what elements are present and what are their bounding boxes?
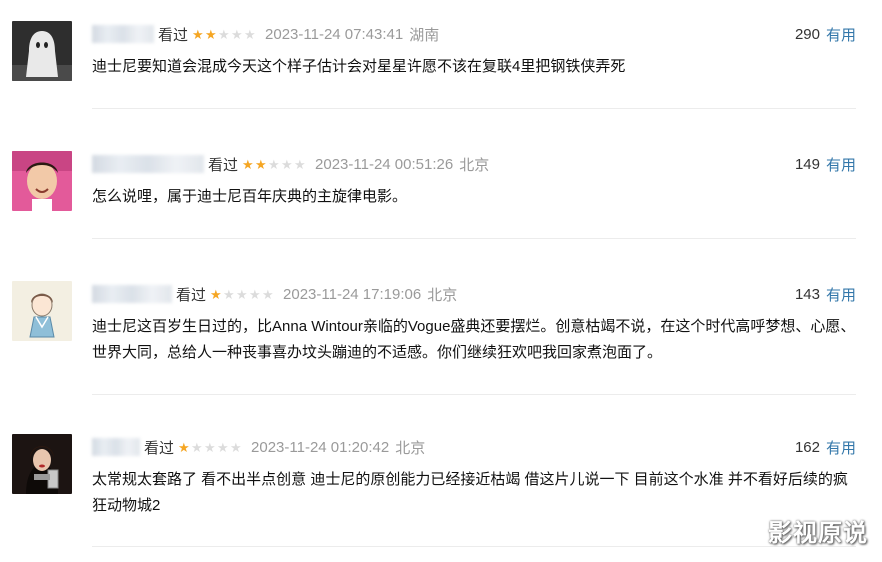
username-blurred[interactable] bbox=[92, 155, 204, 173]
star-icon: ★ bbox=[294, 156, 306, 172]
star-icon: ★ bbox=[244, 26, 256, 42]
watched-label: 看过 bbox=[144, 439, 175, 457]
divider bbox=[92, 108, 856, 109]
review-location: 湖南 bbox=[409, 26, 440, 44]
star-icon: ★ bbox=[205, 26, 217, 42]
avatar[interactable] bbox=[12, 281, 72, 341]
review-content: 迪士尼要知道会混成今天这个样子估计会对星星许愿不该在复联4里把钢铁侠弄死 bbox=[92, 58, 626, 75]
star-icon: ★ bbox=[268, 156, 280, 172]
watched-label: 看过 bbox=[158, 26, 189, 44]
rating-stars: ★ ★ ★ ★ ★ bbox=[210, 288, 275, 301]
watermark: 影视原说 bbox=[768, 520, 868, 547]
divider bbox=[92, 394, 856, 395]
vote-count: 143 bbox=[794, 285, 820, 303]
star-icon: ★ bbox=[236, 286, 248, 302]
review-timestamp: 2023-11-24 01:20:42 bbox=[251, 438, 390, 456]
divider bbox=[92, 546, 856, 547]
review-meta: 看过 ★ ★ ★ ★ ★ 2023-11-24 00:51:26 北京 bbox=[92, 153, 489, 175]
rating-stars: ★ ★ ★ ★ ★ bbox=[192, 28, 257, 41]
review-content: 怎么说哩，属于迪士尼百年庆典的主旋律电影。 bbox=[92, 188, 408, 205]
review-timestamp: 2023-11-24 07:43:41 bbox=[265, 25, 404, 43]
review-meta: 看过 ★ ★ ★ ★ ★ 2023-11-24 01:20:42 北京 bbox=[92, 436, 425, 458]
vote-count: 290 bbox=[794, 25, 820, 43]
watched-label: 看过 bbox=[208, 156, 239, 174]
star-icon: ★ bbox=[281, 156, 293, 172]
review-content: 太常规太套路了 看不出半点创意 迪士尼的原创能力已经接近枯竭 借这片儿说一下 目… bbox=[92, 471, 848, 514]
useful-button[interactable]: 有用 bbox=[826, 154, 856, 175]
star-icon: ★ bbox=[204, 439, 216, 455]
star-icon: ★ bbox=[249, 286, 261, 302]
review-timestamp: 2023-11-24 00:51:26 bbox=[315, 155, 454, 173]
star-icon: ★ bbox=[255, 156, 267, 172]
vote-area: 290 有用 bbox=[795, 23, 856, 45]
watched-label: 看过 bbox=[176, 286, 207, 304]
useful-button[interactable]: 有用 bbox=[826, 437, 856, 458]
avatar[interactable] bbox=[12, 21, 72, 81]
star-icon: ★ bbox=[178, 439, 190, 455]
divider bbox=[92, 238, 856, 239]
star-icon: ★ bbox=[223, 286, 235, 302]
star-icon: ★ bbox=[231, 26, 243, 42]
avatar[interactable] bbox=[12, 151, 72, 211]
review-location: 北京 bbox=[427, 286, 458, 304]
star-icon: ★ bbox=[242, 156, 254, 172]
avatar[interactable] bbox=[12, 434, 72, 494]
review-content: 迪士尼这百岁生日过的，比Anna Wintour亲临的Vogue盛典还要摆烂。创… bbox=[92, 318, 856, 361]
vote-area: 149 有用 bbox=[795, 153, 856, 175]
star-icon: ★ bbox=[192, 26, 204, 42]
star-icon: ★ bbox=[218, 26, 230, 42]
vote-area: 143 有用 bbox=[795, 283, 856, 305]
rating-stars: ★ ★ ★ ★ ★ bbox=[242, 158, 307, 171]
username-blurred[interactable] bbox=[92, 25, 154, 43]
username-blurred[interactable] bbox=[92, 438, 140, 456]
star-icon: ★ bbox=[262, 286, 274, 302]
review-location: 北京 bbox=[459, 156, 490, 174]
review-timestamp: 2023-11-24 17:19:06 bbox=[283, 285, 422, 303]
star-icon: ★ bbox=[217, 439, 229, 455]
username-blurred[interactable] bbox=[92, 285, 172, 303]
vote-count: 162 bbox=[794, 438, 820, 456]
useful-button[interactable]: 有用 bbox=[826, 24, 856, 45]
review-meta: 看过 ★ ★ ★ ★ ★ 2023-11-24 07:43:41 湖南 bbox=[92, 23, 439, 45]
rating-stars: ★ ★ ★ ★ ★ bbox=[178, 441, 243, 454]
review-location: 北京 bbox=[395, 439, 426, 457]
star-icon: ★ bbox=[230, 439, 242, 455]
vote-area: 162 有用 bbox=[795, 436, 856, 458]
vote-count: 149 bbox=[794, 155, 820, 173]
star-icon: ★ bbox=[191, 439, 203, 455]
review-meta: 看过 ★ ★ ★ ★ ★ 2023-11-24 17:19:06 北京 bbox=[92, 283, 457, 305]
star-icon: ★ bbox=[210, 286, 222, 302]
useful-button[interactable]: 有用 bbox=[826, 284, 856, 305]
